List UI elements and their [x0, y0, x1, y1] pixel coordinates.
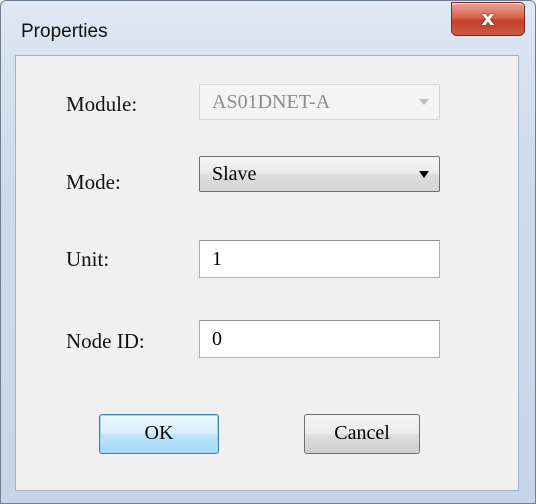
- properties-dialog: Properties x Module: AS01DNET-A Mode: Sl…: [0, 0, 536, 504]
- mode-value: Slave: [212, 163, 257, 185]
- mode-dropdown[interactable]: Slave: [199, 156, 440, 192]
- node-id-field[interactable]: 0: [199, 320, 440, 358]
- module-dropdown: AS01DNET-A: [199, 84, 440, 120]
- unit-field[interactable]: 1: [199, 240, 440, 278]
- dialog-body: Module: AS01DNET-A Mode: Slave Unit: 1 N…: [15, 55, 519, 491]
- chevron-down-icon: [419, 171, 429, 178]
- node-id-value: 0: [212, 328, 222, 350]
- module-label: Module:: [66, 92, 138, 116]
- title-bar[interactable]: Properties x: [1, 1, 535, 55]
- cancel-button[interactable]: Cancel: [304, 414, 420, 454]
- unit-label: Unit:: [66, 247, 110, 271]
- dialog-title: Properties: [21, 21, 108, 42]
- close-icon: x: [481, 6, 495, 30]
- close-button[interactable]: x: [451, 2, 525, 36]
- module-value: AS01DNET-A: [212, 91, 331, 113]
- ok-button[interactable]: OK: [99, 414, 219, 454]
- chevron-down-icon: [419, 99, 429, 105]
- unit-value: 1: [212, 248, 222, 270]
- mode-label: Mode:: [66, 170, 121, 194]
- node-id-label: Node ID:: [66, 329, 145, 353]
